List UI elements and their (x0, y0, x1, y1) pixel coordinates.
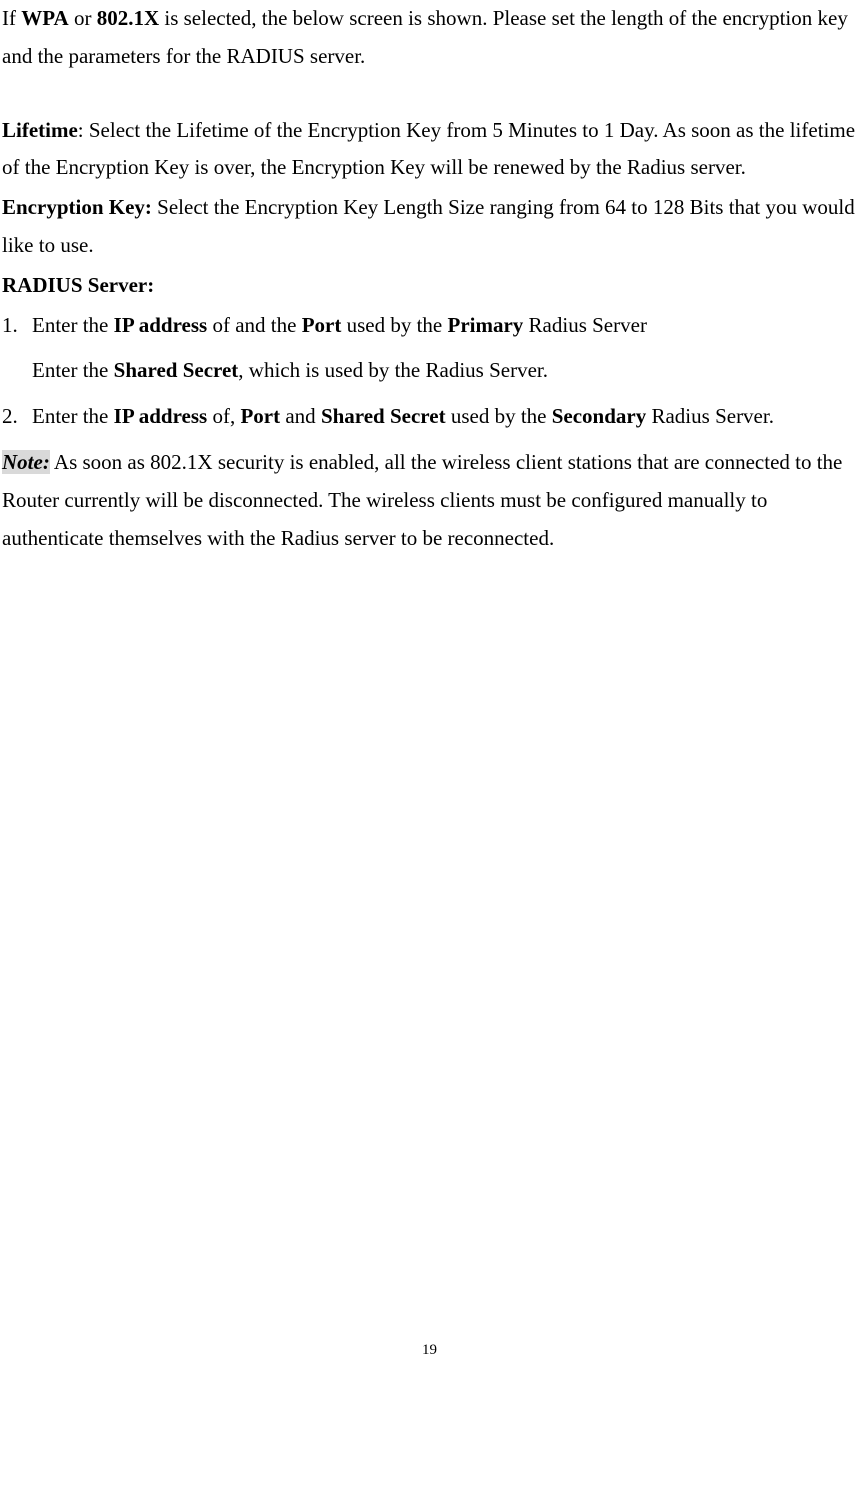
note-paragraph: Note: As soon as 802.1X security is enab… (2, 444, 857, 557)
item1-b3: Primary (448, 313, 524, 337)
item1-mid2: used by the (341, 313, 447, 337)
radius-server-label: RADIUS Server: (2, 273, 154, 297)
intro-bold-wpa: WPA (21, 6, 68, 30)
list-content-1: Enter the IP address of and the Port use… (32, 307, 857, 391)
radius-server-heading: RADIUS Server: (2, 267, 857, 305)
item1-line2: Enter the Shared Secret, which is used b… (32, 352, 857, 390)
list-number-1: 1. (2, 307, 32, 345)
intro-mid1: or (69, 6, 97, 30)
document-page: If WPA or 802.1X is selected, the below … (0, 0, 861, 1364)
encryption-key-paragraph: Encryption Key: Select the Encryption Ke… (2, 189, 857, 265)
item2-b1: IP address (114, 404, 208, 428)
item1-mid1: of and the (207, 313, 301, 337)
encryption-key-label: Encryption Key: (2, 195, 152, 219)
list-number-2: 2. (2, 398, 32, 436)
item1-line2post: , which is used by the Radius Server. (238, 358, 548, 382)
item2-line1: Enter the IP address of, Port and Shared… (32, 398, 857, 436)
item2-mid1: of, (207, 404, 240, 428)
item2-b4: Secondary (552, 404, 647, 428)
intro-bold-8021x: 802.1X (97, 6, 159, 30)
intro-paragraph: If WPA or 802.1X is selected, the below … (2, 0, 857, 76)
item2-post1: Radius Server. (646, 404, 774, 428)
page-number: 19 (2, 1337, 857, 1364)
lifetime-label: Lifetime (2, 118, 78, 142)
item2pore-b3: Shared Secret (321, 404, 446, 428)
item1-line1: Enter the IP address of and the Port use… (32, 307, 857, 345)
item1-line2b: Shared Secret (114, 358, 239, 382)
note-text: As soon as 802.1X security is enabled, a… (2, 450, 842, 550)
item2-mid2: and (280, 404, 321, 428)
item2-mid3: used by the (446, 404, 552, 428)
list-item-2: 2. Enter the IP address of, Port and Sha… (2, 398, 857, 436)
item2-pre1: Enter the (32, 404, 114, 428)
spacer (2, 78, 857, 112)
item1-line2pre: Enter the (32, 358, 114, 382)
list-item-1: 1. Enter the IP address of and the Port … (2, 307, 857, 391)
item2-b2: Port (240, 404, 280, 428)
item1-b2: Port (302, 313, 342, 337)
note-label: Note: (2, 450, 50, 474)
lifetime-text: : Select the Lifetime of the Encryption … (2, 118, 855, 180)
item1-pre1: Enter the (32, 313, 114, 337)
lifetime-paragraph: Lifetime: Select the Lifetime of the Enc… (2, 112, 857, 188)
list-content-2: Enter the IP address of, Port and Shared… (32, 398, 857, 436)
intro-pre1: If (2, 6, 21, 30)
item1-b1: IP address (114, 313, 208, 337)
item1-post1: Radius Server (523, 313, 647, 337)
